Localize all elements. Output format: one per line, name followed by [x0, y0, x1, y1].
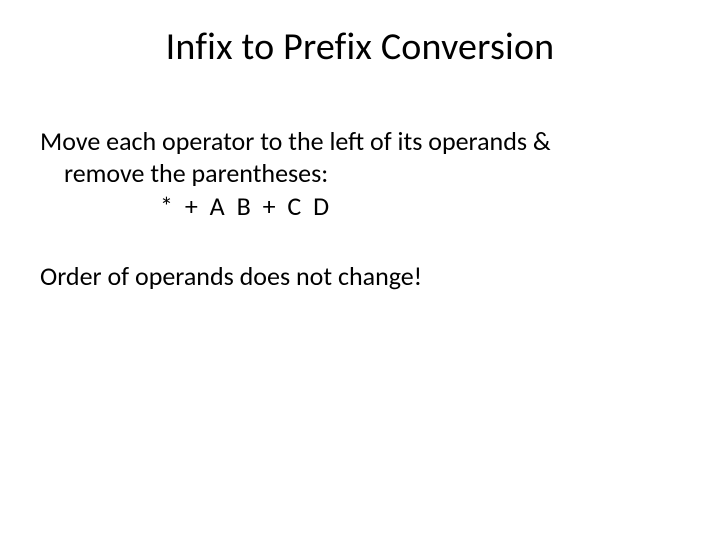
- note-text: Order of operands does not change!: [40, 261, 680, 293]
- slide-container: Infix to Prefix Conversion Move each ope…: [0, 0, 720, 540]
- slide-body: Move each operator to the left of its op…: [40, 126, 680, 293]
- instruction-line-1: Move each operator to the left of its op…: [40, 126, 680, 158]
- prefix-expression: * + A B + C D: [40, 191, 680, 223]
- instruction-line-2: remove the parentheses:: [40, 158, 680, 190]
- slide-title: Infix to Prefix Conversion: [40, 24, 680, 70]
